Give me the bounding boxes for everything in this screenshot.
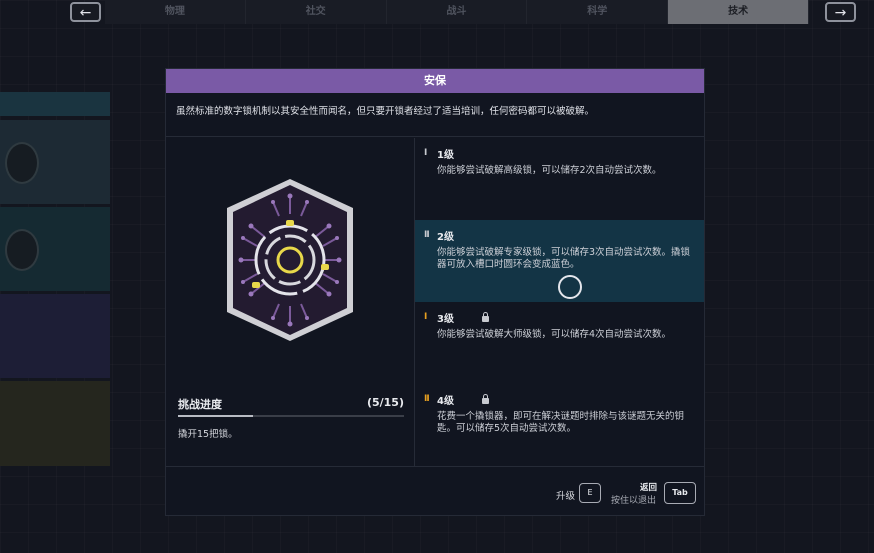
- challenge-progress-bar: [178, 415, 404, 417]
- level-title: 1级: [437, 150, 454, 161]
- back-label: 返回: [640, 483, 658, 493]
- next-category-button[interactable]: →: [825, 2, 856, 22]
- tab-combat[interactable]: 战斗: [387, 0, 528, 24]
- skill-card[interactable]: [0, 120, 110, 204]
- challenge-description: 撬开15把锁。: [178, 429, 238, 440]
- level-header: 2级: [437, 228, 694, 243]
- level-header: 1级: [437, 146, 694, 161]
- category-tabs: 物理 社交 战斗 科学 技术: [105, 0, 809, 24]
- level-description: 花费一个撬锁器，即可在解决谜题时排除与该谜题无关的钥匙。可以储存5次自动尝试次数…: [437, 411, 685, 434]
- hold-to-exit-label: 按住以退出: [611, 496, 657, 506]
- level-title: 4级: [437, 396, 454, 407]
- skill-level-1[interactable]: I 1级 你能够尝试破解高级锁，可以储存2次自动尝试次数。: [415, 138, 704, 220]
- upgrade-key-button[interactable]: E: [579, 483, 601, 503]
- tab-science[interactable]: 科学: [527, 0, 669, 24]
- challenge-progress-title: 挑战进度: [178, 398, 222, 411]
- modal-footer: 升级 E 返回 按住以退出 Tab: [166, 466, 704, 517]
- challenge-progress-count: (5/15): [366, 396, 404, 409]
- skill-card[interactable]: [0, 381, 110, 466]
- level-description: 你能够尝试破解大师级锁，可以储存4次自动尝试次数。: [437, 329, 672, 340]
- skill-card[interactable]: [0, 294, 110, 378]
- skill-level-3[interactable]: I 3级 你能够尝试破解大师级锁，可以储存4次自动尝试次数。: [415, 302, 704, 384]
- skill-card-icon: [5, 229, 39, 271]
- level-title: 3级: [437, 314, 454, 325]
- skill-card-icon: [5, 142, 39, 184]
- cursor-ring-icon: [558, 275, 582, 299]
- skill-detail-modal: 安保 虽然标准的数字锁机制以其安全性而闻名，但只要开锁者经过了适当培训，任何密码…: [165, 68, 705, 516]
- upgrade-label: 升级: [556, 491, 576, 502]
- challenge-panel: 挑战进度 (5/15) 撬开15把锁。: [166, 138, 415, 466]
- lock-icon: [481, 393, 489, 404]
- level-header: 4级: [437, 392, 694, 407]
- skill-card-header: [0, 92, 110, 116]
- skill-category-bar: ← 物理 社交 战斗 科学 技术 →: [0, 0, 874, 26]
- skill-level-2[interactable]: II 2级 你能够尝试破解专家级锁，可以储存3次自动尝试次数。撬锁器可放入槽口时…: [415, 220, 704, 302]
- level-rank-icon: I: [424, 148, 428, 158]
- previous-category-button[interactable]: ←: [70, 2, 101, 22]
- skill-card[interactable]: [0, 207, 110, 291]
- skill-body: 挑战进度 (5/15) 撬开15把锁。 I 1级 你能够尝试破解高级锁，可以储存…: [166, 138, 704, 466]
- circuit-lock-badge-icon: [227, 179, 353, 341]
- skill-levels: I 1级 你能够尝试破解高级锁，可以储存2次自动尝试次数。 II 2级 你能够尝…: [415, 138, 704, 466]
- challenge-progress-fill: [178, 415, 254, 417]
- level-title: 2级: [437, 232, 454, 243]
- back-key-button[interactable]: Tab: [664, 482, 696, 504]
- level-rank-icon: I: [424, 312, 428, 322]
- lock-icon: [481, 311, 489, 322]
- tab-tech[interactable]: 技术: [668, 0, 809, 24]
- skill-title: 安保: [166, 69, 704, 93]
- level-rank-icon: II: [424, 394, 430, 404]
- tab-physical[interactable]: 物理: [105, 0, 246, 24]
- level-description: 你能够尝试破解高级锁，可以储存2次自动尝试次数。: [437, 165, 662, 176]
- level-description: 你能够尝试破解专家级锁，可以储存3次自动尝试次数。撬锁器可放入槽口时圆环会变成蓝…: [437, 247, 691, 270]
- skill-level-4[interactable]: II 4级 花费一个撬锁器，即可在解决谜题时排除与该谜题无关的钥匙。可以储存5次…: [415, 384, 704, 466]
- level-rank-icon: II: [424, 230, 430, 240]
- level-header: 3级: [437, 310, 694, 325]
- skill-description: 虽然标准的数字锁机制以其安全性而闻名，但只要开锁者经过了适当培训，任何密码都可以…: [166, 93, 704, 137]
- tab-social[interactable]: 社交: [246, 0, 387, 24]
